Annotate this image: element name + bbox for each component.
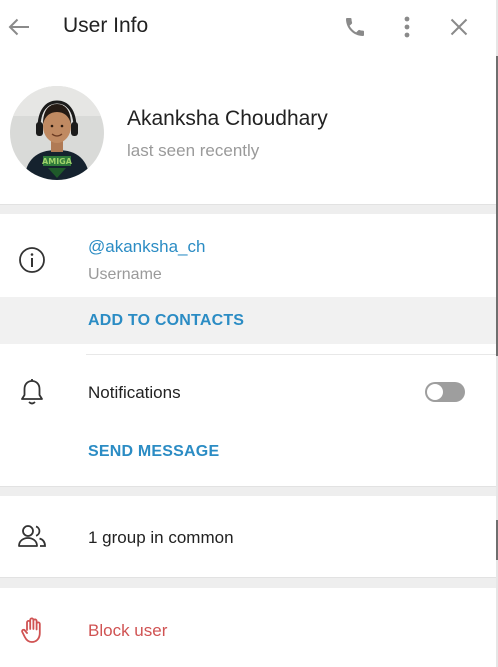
page-title: User Info <box>63 14 149 37</box>
close-button[interactable] <box>447 15 471 39</box>
info-row-icon <box>18 246 46 274</box>
avatar[interactable]: AMIGA <box>10 86 104 180</box>
groups-row-icon <box>16 523 48 549</box>
notifications-row-icon <box>18 377 46 407</box>
svg-text:AMIGA: AMIGA <box>42 157 73 166</box>
back-button[interactable] <box>6 14 32 40</box>
send-message-button[interactable]: SEND MESSAGE <box>88 443 219 461</box>
divider <box>86 354 496 355</box>
close-icon <box>450 18 468 36</box>
more-button[interactable] <box>395 13 419 41</box>
section-divider <box>0 577 496 588</box>
last-seen-status: last seen recently <box>127 141 260 160</box>
user-info-panel: User Info AMIGA Akanksha Choudhary last … <box>0 0 496 667</box>
username-label: Username <box>88 266 162 283</box>
hand-stop-icon <box>21 617 41 643</box>
header: User Info <box>0 0 496 54</box>
bell-icon <box>21 379 43 405</box>
add-to-contacts-label: ADD TO CONTACTS <box>88 312 245 329</box>
call-button[interactable] <box>341 13 369 41</box>
username-value[interactable]: @akanksha_ch <box>88 237 205 257</box>
group-icon <box>18 525 46 547</box>
notifications-toggle[interactable] <box>425 382 465 402</box>
groups-in-common-row[interactable]: 1 group in common <box>0 496 496 576</box>
user-photo: AMIGA <box>10 86 104 180</box>
phone-icon <box>346 18 364 36</box>
section-divider <box>0 204 496 214</box>
block-row-icon <box>20 616 46 644</box>
add-to-contacts-button[interactable]: ADD TO CONTACTS <box>0 297 496 344</box>
block-user-label: Block user <box>88 621 168 640</box>
more-vertical-icon <box>404 16 410 38</box>
groups-in-common-label: 1 group in common <box>88 528 234 547</box>
block-user-button[interactable]: Block user <box>0 588 496 667</box>
arrow-left-icon <box>8 18 29 36</box>
toggle-knob <box>427 384 443 400</box>
notifications-label: Notifications <box>88 383 181 402</box>
info-icon <box>19 247 45 273</box>
section-divider <box>0 486 496 496</box>
user-name: Akanksha Choudhary <box>127 107 328 130</box>
